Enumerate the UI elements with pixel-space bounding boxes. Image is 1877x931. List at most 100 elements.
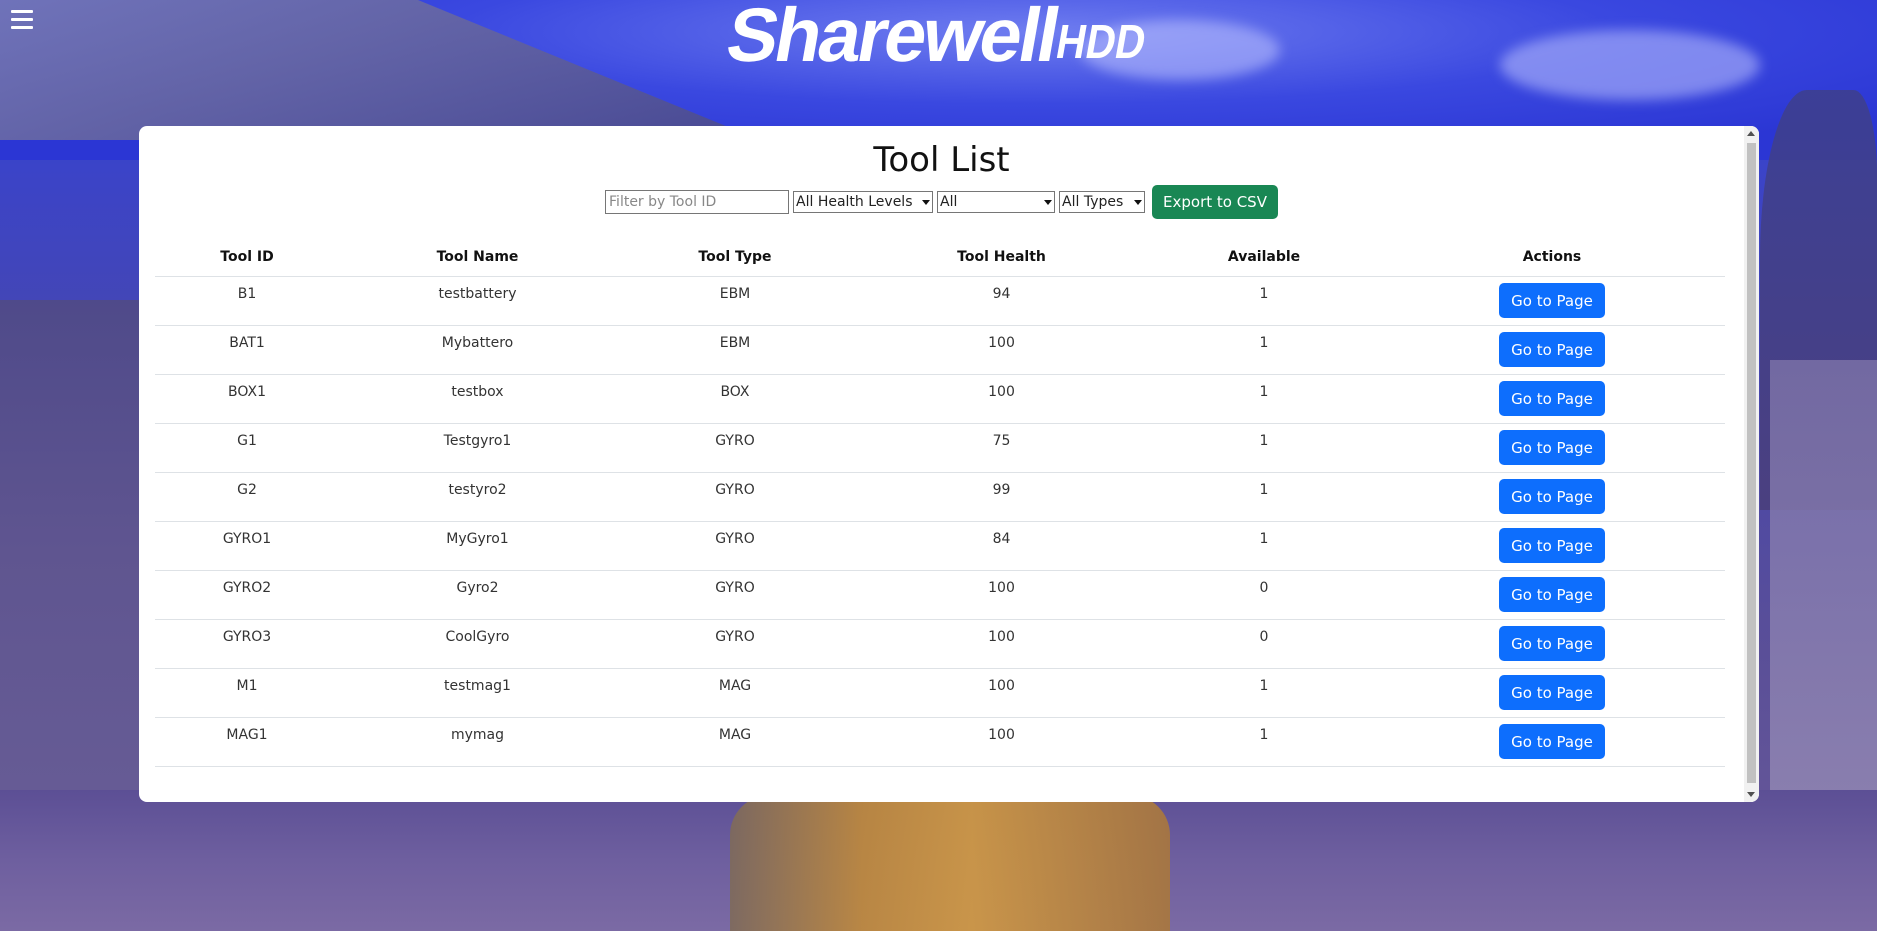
cell-available: 1 [1149,668,1379,718]
logo-main-text: Sharewell [720,0,1064,78]
chevron-down-icon [922,199,931,205]
cell-tool-id: GYRO2 [155,570,339,620]
chevron-down-icon [1044,199,1053,205]
cell-tool-type: GYRO [616,619,854,669]
cell-tool-name: CoolGyro [339,619,616,669]
cell-available: 1 [1149,472,1379,522]
hamburger-menu-icon[interactable] [11,10,33,36]
cell-tool-id: G2 [155,472,339,522]
table-row: B1 testbattery EBM 94 1 Go to Page [155,276,1725,326]
go-to-page-button[interactable]: Go to Page [1499,577,1605,612]
table-row: GYRO3 CoolGyro GYRO 100 0 Go to Page [155,619,1725,669]
availability-select[interactable]: All [937,191,1056,213]
cell-tool-health: 75 [854,423,1149,473]
scrollbar-thumb[interactable] [1747,143,1756,783]
cell-available: 1 [1149,423,1379,473]
background-cloud [1500,30,1760,100]
availability-select-value: All [940,194,958,210]
cell-tool-type: EBM [616,325,854,375]
cell-actions: Go to Page [1379,325,1725,375]
cell-actions: Go to Page [1379,521,1725,571]
card-scrollbar[interactable] [1744,126,1759,802]
cell-tool-name: Testgyro1 [339,423,616,473]
header-actions: Actions [1379,238,1725,277]
cell-tool-health: 100 [854,374,1149,424]
header-available: Available [1149,238,1379,277]
cell-available: 0 [1149,619,1379,669]
background-pipe [730,795,1170,931]
go-to-page-button[interactable]: Go to Page [1499,381,1605,416]
background-excavator [0,0,760,140]
export-csv-button[interactable]: Export to CSV [1152,185,1278,219]
go-to-page-button[interactable]: Go to Page [1499,332,1605,367]
header-tool-health: Tool Health [854,238,1149,277]
cell-actions: Go to Page [1379,619,1725,669]
cell-tool-type: GYRO [616,570,854,620]
cell-tool-health: 100 [854,668,1149,718]
table-row: G2 testyro2 GYRO 99 1 Go to Page [155,472,1725,522]
go-to-page-button[interactable]: Go to Page [1499,430,1605,465]
cell-actions: Go to Page [1379,668,1725,718]
tool-type-select-value: All Types [1062,194,1124,210]
table-row: GYRO1 MyGyro1 GYRO 84 1 Go to Page [155,521,1725,571]
cell-actions: Go to Page [1379,276,1725,326]
cell-tool-id: BOX1 [155,374,339,424]
cell-tool-health: 100 [854,570,1149,620]
table-row: BAT1 Mybattero EBM 100 1 Go to Page [155,325,1725,375]
health-level-select[interactable]: All Health Levels [793,191,934,213]
cell-tool-name: Mybattero [339,325,616,375]
cell-tool-name: testbox [339,374,616,424]
cell-available: 1 [1149,717,1379,767]
go-to-page-button[interactable]: Go to Page [1499,675,1605,710]
go-to-page-button[interactable]: Go to Page [1499,724,1605,759]
go-to-page-button[interactable]: Go to Page [1499,283,1605,318]
cell-tool-id: B1 [155,276,339,326]
cell-tool-name: testbattery [339,276,616,326]
health-level-select-value: All Health Levels [796,194,913,210]
cell-actions: Go to Page [1379,717,1725,767]
cell-tool-id: M1 [155,668,339,718]
cell-actions: Go to Page [1379,374,1725,424]
cell-available: 1 [1149,521,1379,571]
go-to-page-button[interactable]: Go to Page [1499,479,1605,514]
header-tool-name: Tool Name [339,238,616,277]
cell-actions: Go to Page [1379,570,1725,620]
header-tool-id: Tool ID [155,238,339,277]
scroll-down-arrow-icon[interactable] [1747,792,1755,797]
cell-tool-health: 100 [854,717,1149,767]
cell-tool-type: MAG [616,717,854,767]
cell-tool-id: MAG1 [155,717,339,767]
background-tree [1760,90,1877,510]
tool-type-select[interactable]: All Types [1059,191,1146,213]
cell-available: 1 [1149,374,1379,424]
cell-tool-type: GYRO [616,472,854,522]
cell-tool-name: Gyro2 [339,570,616,620]
cell-available: 0 [1149,570,1379,620]
page-title: Tool List [873,140,1010,180]
table-row: G1 Testgyro1 GYRO 75 1 Go to Page [155,423,1725,473]
cell-tool-id: BAT1 [155,325,339,375]
table-row: MAG1 mymag MAG 100 1 Go to Page [155,717,1725,767]
background-ground-bottom [0,790,1877,931]
cell-tool-id: G1 [155,423,339,473]
table-row: BOX1 testbox BOX 100 1 Go to Page [155,374,1725,424]
cell-tool-type: EBM [616,276,854,326]
cell-tool-type: GYRO [616,423,854,473]
cell-tool-health: 100 [854,325,1149,375]
scroll-up-arrow-icon[interactable] [1747,131,1755,136]
table-header-row: Tool ID Tool Name Tool Type Tool Health … [155,238,1725,277]
cell-tool-name: testmag1 [339,668,616,718]
cell-tool-name: testyro2 [339,472,616,522]
go-to-page-button[interactable]: Go to Page [1499,626,1605,661]
background-ground-left [0,300,150,931]
cell-tool-id: GYRO3 [155,619,339,669]
cell-tool-name: mymag [339,717,616,767]
logo-sub-text: HDD [1052,16,1150,69]
cell-tool-type: MAG [616,668,854,718]
go-to-page-button[interactable]: Go to Page [1499,528,1605,563]
cell-tool-id: GYRO1 [155,521,339,571]
tool-id-filter-input[interactable] [605,190,790,214]
filter-bar: All Health Levels All All Types Export t… [139,185,1744,219]
header-tool-type: Tool Type [616,238,854,277]
cell-available: 1 [1149,276,1379,326]
